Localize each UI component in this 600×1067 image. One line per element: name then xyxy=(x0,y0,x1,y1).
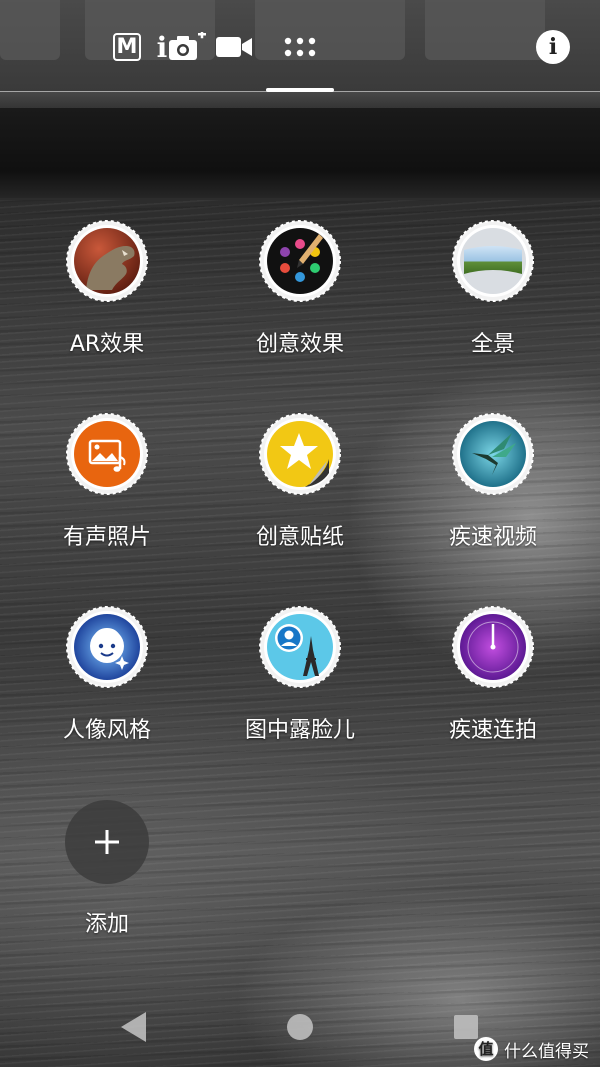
mode-panorama[interactable]: 全景 xyxy=(408,220,578,380)
mode-portrait-style[interactable]: 人像风格 xyxy=(22,606,192,766)
manual-m-icon: M xyxy=(113,33,141,61)
mode-label: 创意贴纸 xyxy=(255,525,344,550)
mode-bar: M i i xyxy=(0,0,600,94)
home-button[interactable] xyxy=(275,1002,325,1052)
dinosaur-icon xyxy=(66,220,148,302)
palette-icon xyxy=(259,220,341,302)
background-dark-bar xyxy=(0,108,600,198)
sound-photo-icon xyxy=(66,413,148,495)
info-icon: i xyxy=(548,34,558,60)
mode-label: 疾速视频 xyxy=(448,525,537,550)
mode-label: 全景 xyxy=(470,332,515,357)
mode-label: 创意效果 xyxy=(255,332,344,357)
watermark-logo: 值 xyxy=(474,1037,498,1061)
tab-photo-plus[interactable]: i xyxy=(154,30,210,64)
mode-label: 人像风格 xyxy=(62,718,151,743)
mode-face-in-picture[interactable]: 图中露脸儿 xyxy=(215,606,385,766)
tab-video[interactable] xyxy=(214,30,254,64)
home-icon xyxy=(287,1014,313,1040)
mode-label: 有声照片 xyxy=(62,525,151,550)
face-in-picture-icon xyxy=(259,606,341,688)
mode-label: AR效果 xyxy=(69,332,145,357)
mode-label: 疾速连拍 xyxy=(448,718,537,743)
mode-fast-video[interactable]: 疾速视频 xyxy=(408,413,578,573)
burst-timer-icon xyxy=(452,606,534,688)
mode-creative-sticker[interactable]: 创意贴纸 xyxy=(215,413,385,573)
add-label: 添加 xyxy=(84,912,129,937)
tab-selected-indicator xyxy=(266,88,334,92)
add-mode-button[interactable] xyxy=(65,800,149,884)
mode-ar-effect[interactable]: AR效果 xyxy=(22,220,192,380)
tab-camera-apps[interactable] xyxy=(280,30,320,64)
mode-burst-shot[interactable]: 疾速连拍 xyxy=(408,606,578,766)
mode-label: 图中露脸儿 xyxy=(244,718,355,743)
info-button[interactable]: i xyxy=(536,30,570,64)
mode-creative-effect[interactable]: 创意效果 xyxy=(215,220,385,380)
plus-icon xyxy=(95,830,119,854)
portrait-style-icon xyxy=(66,606,148,688)
sticker-star-icon xyxy=(259,413,341,495)
tab-manual-mode[interactable]: M xyxy=(110,30,144,64)
hummingbird-icon xyxy=(452,413,534,495)
watermark-text: 什么值得买 xyxy=(504,1041,589,1062)
grid-dots-icon xyxy=(284,37,316,57)
back-icon xyxy=(121,1012,146,1042)
camera-plus-icon: i xyxy=(157,31,208,64)
panorama-icon xyxy=(452,220,534,302)
watermark: 值 什么值得买 xyxy=(474,1036,589,1062)
back-button[interactable] xyxy=(110,1002,160,1052)
video-camera-icon xyxy=(216,37,252,57)
mode-sound-photo[interactable]: 有声照片 xyxy=(22,413,192,573)
